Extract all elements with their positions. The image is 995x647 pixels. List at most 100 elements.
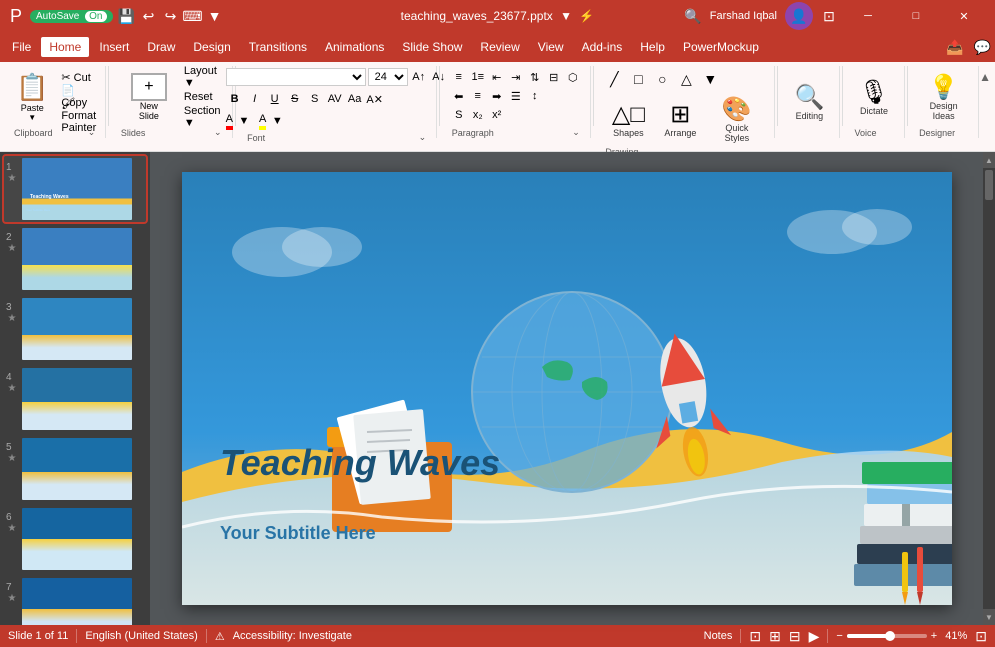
ribbon-toggle-icon[interactable]: ⊡ (821, 8, 837, 24)
slide-canvas[interactable]: Teaching Waves Your Subtitle Here (182, 172, 952, 605)
shape-line-icon[interactable]: ╱ (603, 68, 625, 90)
fit-to-window-button[interactable]: ⊡ (975, 628, 987, 645)
font-color-dropdown[interactable]: ▼ (235, 112, 253, 130)
user-avatar[interactable]: 👤 (785, 2, 813, 30)
menu-help[interactable]: Help (632, 37, 673, 57)
underline-button[interactable]: U (266, 90, 284, 108)
scroll-thumb[interactable] (985, 170, 993, 200)
slide-sorter-button[interactable]: ⊞ (769, 628, 781, 645)
arrange-button[interactable]: ⊞ Arrange (655, 97, 705, 142)
menu-review[interactable]: Review (472, 37, 527, 57)
slide-thumb-1[interactable]: 1 ★ Teaching Waves Your Subtitle Here (4, 156, 146, 222)
notes-button[interactable]: Notes (704, 630, 733, 642)
bullets-button[interactable]: ≡ (450, 68, 468, 86)
font-color-button[interactable]: A (226, 113, 233, 130)
text-direction-button[interactable]: ⇅ (526, 68, 544, 86)
menu-home[interactable]: Home (41, 37, 89, 57)
design-ideas-button[interactable]: 💡 Design Ideas (917, 70, 970, 125)
redo-icon[interactable]: ↪ (163, 8, 179, 24)
text-shadow-para-button[interactable]: S (450, 106, 468, 124)
line-spacing-button[interactable]: ↕ (526, 87, 544, 105)
font-family-select[interactable] (226, 68, 366, 86)
font-label[interactable]: Font ⌄ (245, 132, 428, 143)
decrease-indent-button[interactable]: ⇤ (488, 68, 506, 86)
font-size-select[interactable]: 24 (368, 68, 408, 86)
text-columns-button[interactable]: ⊟ (545, 68, 563, 86)
slide-title[interactable]: Teaching Waves (220, 442, 500, 484)
shape-oval-icon[interactable]: ○ (651, 68, 673, 90)
align-left-button[interactable]: ⬅ (450, 87, 468, 105)
undo-icon[interactable]: ↩ (141, 8, 157, 24)
more-icon[interactable]: ▼ (207, 8, 223, 24)
align-right-button[interactable]: ➡ (488, 87, 506, 105)
paste-button[interactable]: 📋 Paste ▼ (10, 70, 54, 124)
align-center-button[interactable]: ≡ (469, 87, 487, 105)
presentation-view-button[interactable]: ▶ (809, 628, 820, 645)
shape-triangle-icon[interactable]: △ (675, 68, 697, 90)
italic-button[interactable]: I (246, 90, 264, 108)
menu-insert[interactable]: Insert (91, 37, 137, 57)
clipboard-label[interactable]: Clipboard ⌄ (12, 127, 97, 138)
customize-icon[interactable]: ⌨ (185, 8, 201, 24)
menu-draw[interactable]: Draw (139, 37, 183, 57)
menu-view[interactable]: View (530, 37, 572, 57)
slides-label[interactable]: Slides ⌄ (119, 127, 224, 138)
save-icon[interactable]: 💾 (119, 8, 135, 24)
bold-button[interactable]: B (226, 90, 244, 108)
section-button[interactable]: Section ▼ (181, 108, 224, 126)
char-spacing-button[interactable]: AV (326, 90, 344, 108)
menu-powermockup[interactable]: PowerMockup (675, 37, 767, 57)
clear-format-button[interactable]: A✕ (366, 90, 384, 108)
numbering-button[interactable]: 1≡ (469, 68, 487, 86)
slide-thumb-5[interactable]: 5 ★ (4, 436, 146, 502)
zoom-track[interactable] (847, 634, 927, 638)
format-painter-button[interactable]: 🖌 Format Painter (58, 107, 99, 125)
maximize-button[interactable]: □ (893, 0, 939, 32)
superscript-button[interactable]: x² (488, 106, 506, 124)
shapes-more-icon[interactable]: ▼ (699, 68, 721, 90)
zoom-slider[interactable]: − + (836, 630, 937, 642)
zoom-level[interactable]: 41% (945, 630, 967, 642)
menu-transitions[interactable]: Transitions (241, 37, 315, 57)
scroll-up-button[interactable]: ▲ (983, 152, 995, 168)
justify-button[interactable]: ☰ (507, 87, 525, 105)
language-label[interactable]: English (United States) (85, 630, 198, 642)
zoom-thumb[interactable] (885, 631, 895, 641)
slide-subtitle[interactable]: Your Subtitle Here (220, 523, 376, 544)
slide-thumb-4[interactable]: 4 ★ (4, 366, 146, 432)
smart-art-button[interactable]: ⬡ (564, 68, 582, 86)
highlight-dropdown[interactable]: ▼ (268, 112, 286, 130)
paragraph-label[interactable]: Paragraph ⌄ (450, 127, 582, 138)
menu-design[interactable]: Design (185, 37, 238, 57)
reading-view-button[interactable]: ⊟ (789, 628, 801, 645)
scroll-track[interactable] (983, 168, 995, 609)
strikethrough-button[interactable]: S (286, 90, 304, 108)
increase-indent-button[interactable]: ⇥ (507, 68, 525, 86)
increase-font-button[interactable]: A↑ (410, 68, 428, 86)
zoom-out-button[interactable]: − (836, 630, 842, 642)
search-icon[interactable]: 🔍 (684, 8, 701, 25)
ribbon-collapse-button[interactable]: ▲ (979, 70, 991, 84)
menu-slideshow[interactable]: Slide Show (394, 37, 470, 57)
menu-addins[interactable]: Add-ins (574, 37, 631, 57)
slide-thumb-3[interactable]: 3 ★ (4, 296, 146, 362)
reset-button[interactable]: Reset (181, 88, 224, 106)
shapes-button[interactable]: △□ Shapes (603, 97, 653, 142)
shape-rect-icon[interactable]: □ (627, 68, 649, 90)
menu-animations[interactable]: Animations (317, 37, 392, 57)
font-case-button[interactable]: Aa (346, 90, 364, 108)
close-button[interactable]: ✕ (941, 0, 987, 32)
text-highlight-button[interactable]: A (259, 113, 266, 130)
quick-styles-button[interactable]: 🎨 Quick Styles (707, 92, 766, 147)
shadow-button[interactable]: S (306, 90, 324, 108)
subscript-button[interactable]: x₂ (469, 106, 487, 124)
share-icon[interactable]: 📤 (946, 39, 963, 56)
slide-thumb-7[interactable]: 7 ★ (4, 576, 146, 625)
slide-thumb-6[interactable]: 6 ★ (4, 506, 146, 572)
layout-button[interactable]: Layout ▼ (181, 68, 224, 86)
scroll-down-button[interactable]: ▼ (983, 609, 995, 625)
menu-file[interactable]: File (4, 37, 39, 57)
comments-icon[interactable]: 💬 (974, 39, 991, 56)
autosave-toggle[interactable]: AutoSave On (30, 10, 113, 23)
normal-view-button[interactable]: ⊡ (749, 628, 761, 645)
